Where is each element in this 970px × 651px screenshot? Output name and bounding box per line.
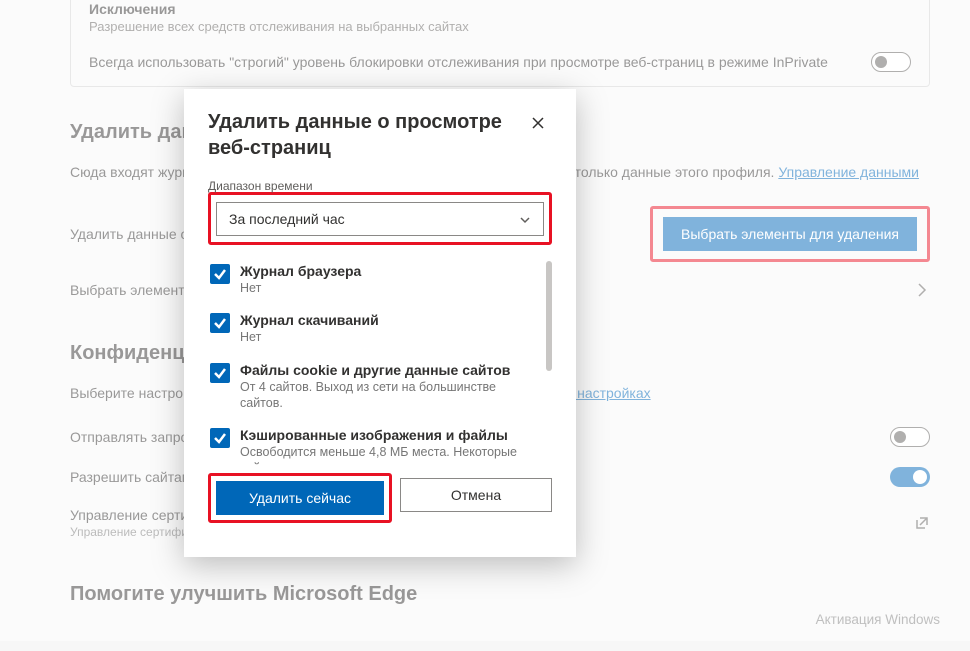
clear-items-list: Журнал браузера Нет Журнал скачиваний Не… (208, 255, 552, 465)
list-item[interactable]: Журнал браузера Нет (208, 255, 536, 304)
list-item[interactable]: Файлы cookie и другие данные сайтов От 4… (208, 354, 536, 420)
list-item[interactable]: Журнал скачиваний Нет (208, 304, 536, 353)
cancel-button[interactable]: Отмена (400, 478, 552, 512)
checkbox-checked[interactable] (210, 264, 230, 284)
item-label: Журнал скачиваний (240, 312, 379, 328)
item-label: Кэшированные изображения и файлы (240, 427, 534, 443)
dialog-title: Удалить данные о просмотре веб-страниц (208, 109, 508, 161)
item-sub: Нет (240, 280, 361, 296)
highlight-time-range: За последний час (208, 192, 552, 245)
checkbox-checked[interactable] (210, 363, 230, 383)
dialog-close-button[interactable] (524, 109, 552, 137)
item-sub: Освободится меньше 4,8 МБ места. Некотор… (240, 444, 534, 465)
chevron-down-icon (519, 213, 531, 225)
clear-browsing-dialog: Удалить данные о просмотре веб-страниц Д… (184, 89, 576, 557)
checkbox-checked[interactable] (210, 313, 230, 333)
item-label: Файлы cookie и другие данные сайтов (240, 362, 534, 378)
time-range-label: Диапазон времени (208, 179, 552, 193)
scrollbar[interactable] (546, 261, 552, 371)
time-range-value: За последний час (229, 211, 345, 227)
item-label: Журнал браузера (240, 263, 361, 279)
item-sub: Нет (240, 329, 379, 345)
item-sub: От 4 сайтов. Выход из сети на большинств… (240, 379, 534, 412)
checkbox-checked[interactable] (210, 428, 230, 448)
list-item[interactable]: Кэшированные изображения и файлы Освобод… (208, 419, 536, 465)
highlight-clear-now: Удалить сейчас (208, 473, 392, 523)
clear-now-button[interactable]: Удалить сейчас (216, 481, 384, 515)
time-range-select[interactable]: За последний час (216, 202, 544, 236)
